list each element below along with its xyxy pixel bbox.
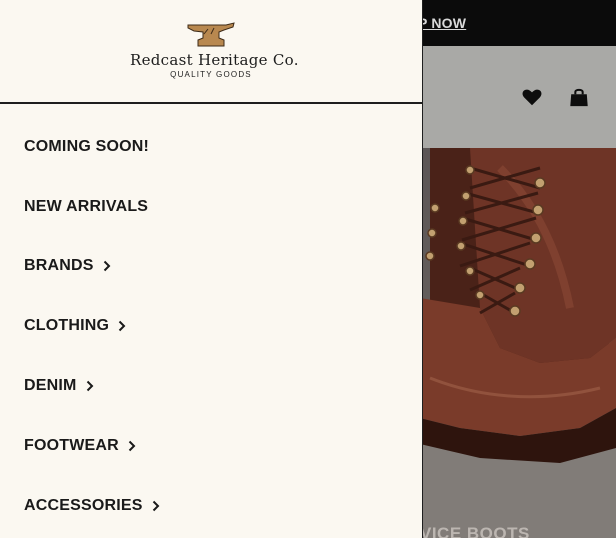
menu-item-new-arrivals[interactable]: NEW ARRIVALS [0, 177, 422, 237]
announcement-link[interactable]: P NOW [418, 15, 466, 31]
chevron-right-icon [103, 260, 111, 272]
menu-item-accessories[interactable]: ACCESSORIES [0, 476, 422, 536]
menu-item-label: FOOTWEAR [24, 436, 119, 454]
menu-item-label: CLOTHING [24, 317, 110, 335]
chevron-right-icon [128, 440, 136, 452]
menu-item-label: ACCESSORIES [24, 496, 143, 514]
navigation-drawer: Redcast Heritage Co. QUALITY GOODS COMIN… [0, 0, 423, 538]
menu-item-label: COMING SOON! [24, 137, 150, 155]
menu-item-footwear[interactable]: FOOTWEAR [0, 416, 422, 476]
chevron-right-icon [152, 500, 160, 512]
brand-tagline: QUALITY GOODS [170, 70, 252, 79]
menu-item-label: DENIM [24, 377, 77, 395]
brand-logo[interactable]: Redcast Heritage Co. QUALITY GOODS [130, 20, 299, 84]
menu-item-label: NEW ARRIVALS [24, 197, 149, 215]
hero-caption: VICE BOOTS [420, 524, 530, 538]
menu-item-label: BRANDS [24, 257, 94, 275]
menu-item-brands[interactable]: BRANDS [0, 237, 422, 297]
chevron-right-icon [86, 380, 94, 392]
drawer-header: Redcast Heritage Co. QUALITY GOODS [0, 0, 422, 104]
heart-icon[interactable] [521, 86, 543, 108]
anvil-icon [186, 22, 236, 48]
menu-item-denim[interactable]: DENIM [0, 356, 422, 416]
menu-item-clothing[interactable]: CLOTHING [0, 296, 422, 356]
menu-item-coming-soon[interactable]: COMING SOON! [0, 117, 422, 177]
chevron-right-icon [118, 320, 126, 332]
brand-name: Redcast Heritage Co. [130, 51, 299, 69]
menu-list: COMING SOON! NEW ARRIVALS BRANDS CLOTHIN… [0, 117, 422, 536]
shopping-bag-icon[interactable] [568, 86, 590, 108]
